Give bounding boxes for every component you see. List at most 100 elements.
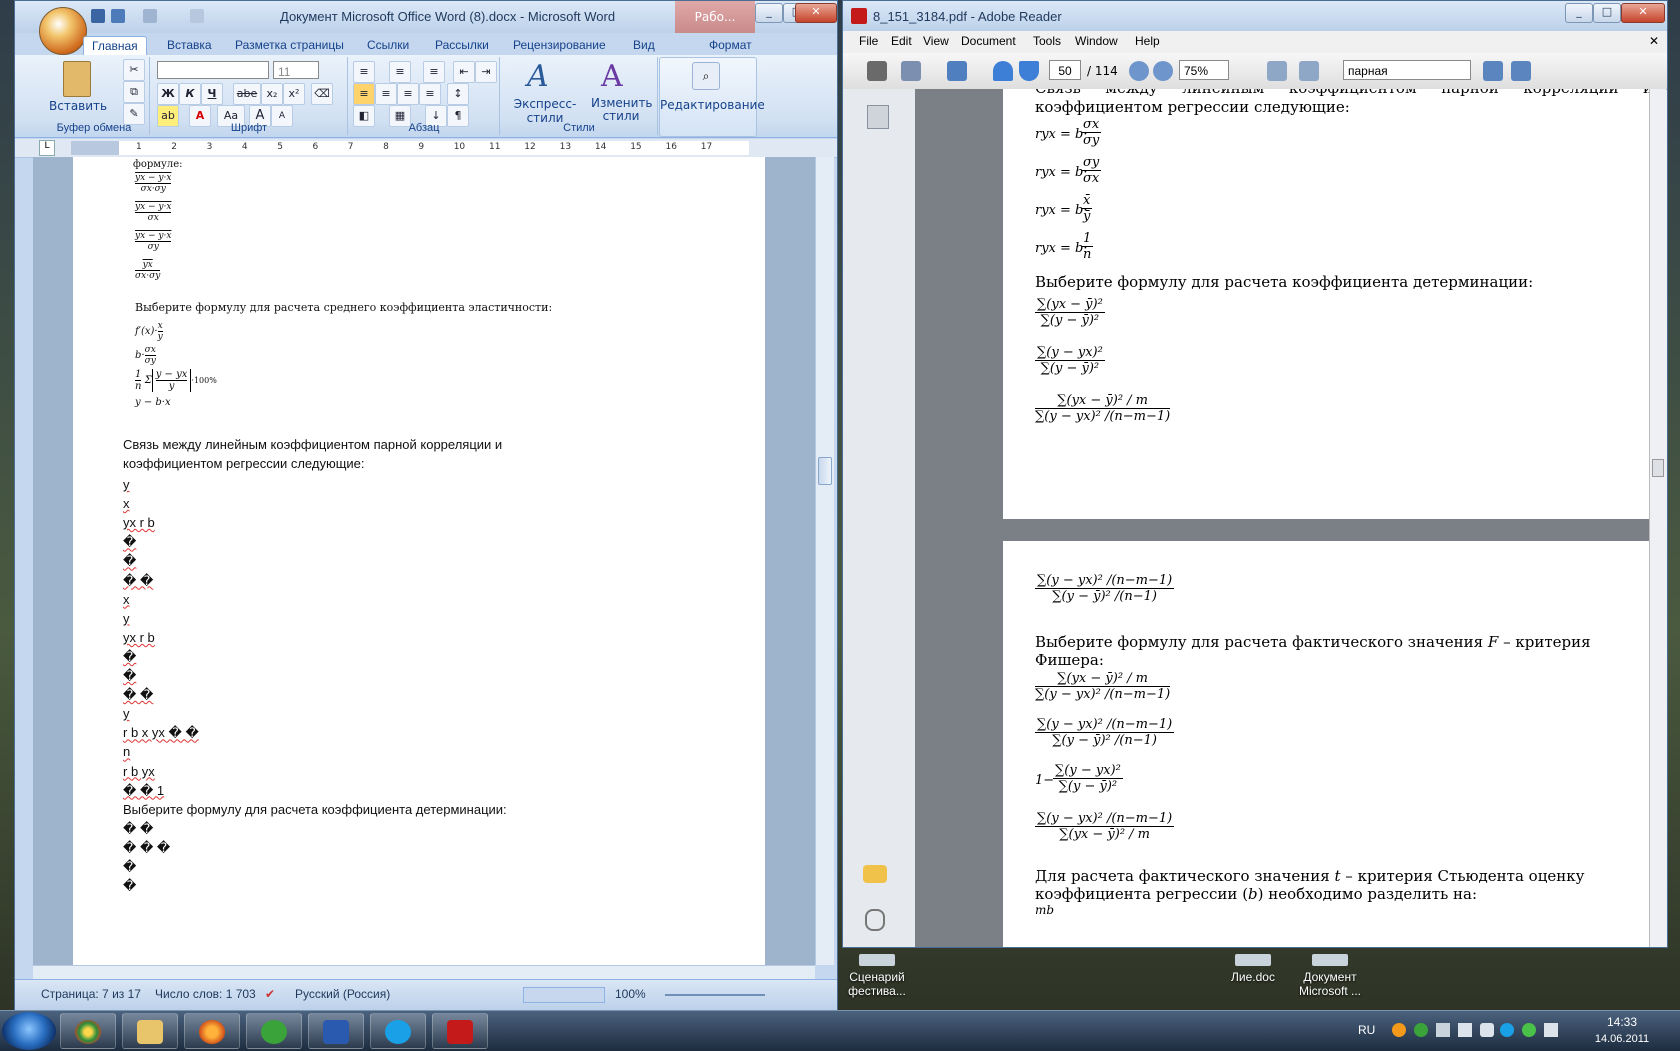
taskbar-chrome[interactable]	[60, 1013, 116, 1049]
collaborate-icon[interactable]	[947, 61, 967, 81]
zoom-level[interactable]: 100%	[615, 987, 646, 1001]
menu-view[interactable]: View	[923, 34, 949, 48]
clock-time[interactable]: 14:33	[1592, 1015, 1652, 1029]
italic-button[interactable]: К	[179, 83, 201, 105]
close-button[interactable]: ✕	[795, 3, 837, 23]
status-page[interactable]: Страница: 7 из 17	[41, 987, 141, 1001]
align-right-icon[interactable]: ≡	[397, 83, 419, 105]
find-next-icon[interactable]	[1511, 61, 1531, 81]
clear-formatting-icon[interactable]: ⌫	[311, 83, 333, 105]
page-number-input[interactable]: 50	[1049, 60, 1081, 80]
undo-icon[interactable]	[111, 9, 125, 23]
tray-display-icon[interactable]	[1544, 1023, 1558, 1037]
taskbar-explorer[interactable]	[122, 1013, 178, 1049]
tray-utorrent-icon[interactable]	[1414, 1023, 1428, 1037]
previous-page-icon[interactable]	[993, 61, 1013, 81]
context-tab-picture-tools[interactable]: Рабо...	[675, 1, 755, 33]
save-icon[interactable]	[91, 9, 105, 23]
superscript-button[interactable]: x²	[283, 83, 305, 105]
close-button[interactable]: ✕	[1621, 3, 1665, 23]
tray-skype-icon[interactable]	[1500, 1023, 1514, 1037]
redo-icon[interactable]	[143, 9, 157, 23]
menu-file[interactable]: File	[859, 34, 878, 48]
tab-insert[interactable]: Вставка	[167, 36, 212, 55]
comments-icon[interactable]	[863, 865, 887, 883]
font-size-field[interactable]: 11	[273, 61, 319, 79]
fit-page-icon[interactable]	[1299, 61, 1319, 81]
zoom-out-icon[interactable]	[1129, 61, 1149, 81]
tray-volume-icon[interactable]	[1480, 1023, 1494, 1037]
increase-indent-icon[interactable]: ⇥	[475, 61, 497, 83]
proofing-icon[interactable]: ✔	[265, 987, 279, 1001]
bold-button[interactable]: Ж	[157, 83, 179, 105]
horizontal-ruler[interactable]: L 1 2 3 4 5 6 7 8 9 10 11 12 13 14 15 16 17	[15, 139, 837, 158]
tab-format[interactable]: Формат	[709, 36, 752, 55]
desktop-icon-doc[interactable]: Документ Microsoft ...	[1285, 954, 1375, 998]
clock-date[interactable]: 14.06.2011	[1584, 1033, 1660, 1045]
view-buttons[interactable]	[523, 987, 605, 1003]
menu-help[interactable]: Help	[1135, 34, 1160, 48]
paste-icon[interactable]	[63, 61, 91, 97]
scroll-thumb[interactable]	[1652, 459, 1664, 477]
reader-titlebar[interactable]: 8_151_3184.pdf - Adobe Reader _ □ ✕	[843, 1, 1667, 31]
attachments-icon[interactable]	[865, 909, 885, 931]
status-language[interactable]: Русский (Россия)	[295, 987, 390, 1001]
align-left-icon[interactable]: ≡	[353, 83, 375, 105]
word-titlebar[interactable]: Документ Microsoft Office Word (8).docx …	[15, 1, 837, 33]
minimize-button[interactable]: _	[755, 3, 783, 23]
tab-mailings[interactable]: Рассылки	[435, 36, 489, 55]
menu-document[interactable]: Document	[961, 34, 1016, 48]
pdf-viewport[interactable]: Связь между линейным коэффициентом парно…	[915, 89, 1665, 947]
line-spacing-icon[interactable]: ↕	[447, 83, 469, 105]
taskbar-acrobat[interactable]	[432, 1013, 488, 1049]
menu-window[interactable]: Window	[1075, 34, 1118, 48]
taskbar-firefox[interactable]	[184, 1013, 240, 1049]
editing-button[interactable]: Редактирование	[660, 98, 765, 112]
vertical-scrollbar[interactable]	[1649, 89, 1666, 947]
close-document-icon[interactable]: ✕	[1649, 34, 1659, 48]
minimize-button[interactable]: _	[1565, 3, 1593, 23]
strikethrough-button[interactable]: abe	[233, 83, 261, 105]
horizontal-scrollbar[interactable]	[33, 965, 815, 980]
quick-styles-icon[interactable]: A	[527, 59, 557, 94]
change-styles-button[interactable]: Изменить стили	[591, 97, 653, 123]
underline-button[interactable]: Ч	[201, 83, 223, 105]
next-page-icon[interactable]	[1019, 61, 1039, 81]
change-styles-icon[interactable]: A	[601, 59, 631, 94]
copy-icon[interactable]: ⧉	[123, 81, 145, 103]
start-button[interactable]	[2, 1012, 56, 1050]
binoculars-icon[interactable]: ⌕	[692, 62, 720, 90]
subscript-button[interactable]: x₂	[261, 83, 283, 105]
find-previous-icon[interactable]	[1483, 61, 1503, 81]
language-indicator[interactable]: RU	[1358, 1023, 1375, 1037]
bullets-icon[interactable]: ≡	[353, 61, 375, 83]
status-words[interactable]: Число слов: 1 703	[155, 987, 256, 1001]
tray-security-icon[interactable]	[1522, 1023, 1536, 1037]
multilevel-list-icon[interactable]: ≡	[423, 61, 445, 83]
menu-edit[interactable]: Edit	[891, 34, 912, 48]
tab-view[interactable]: Вид	[633, 36, 655, 55]
quick-styles-button[interactable]: Экспресс-стили	[503, 97, 587, 125]
cut-icon[interactable]: ✂	[123, 59, 145, 81]
justify-icon[interactable]: ≡	[419, 83, 441, 105]
print-icon[interactable]	[867, 61, 887, 81]
tray-flag-icon[interactable]	[1458, 1023, 1472, 1037]
zoom-select[interactable]: 75%	[1179, 60, 1229, 80]
tab-review[interactable]: Рецензирование	[513, 36, 606, 55]
fit-width-icon[interactable]	[1267, 61, 1287, 81]
scroll-thumb[interactable]	[818, 457, 832, 485]
tab-stop-icon[interactable]: L	[39, 140, 55, 156]
desktop-icon-scenario[interactable]: Сценарий фестива...	[832, 954, 922, 998]
paste-button[interactable]: Вставить	[49, 99, 107, 113]
numbering-icon[interactable]: ≡	[389, 61, 411, 83]
document-page[interactable]: формуле: yx − y·x σx·σy yx − y·x σx yx − y·x…	[73, 157, 765, 965]
menu-tools[interactable]: Tools	[1033, 34, 1061, 48]
align-center-icon[interactable]: ≡	[375, 83, 397, 105]
tray-network-icon[interactable]	[1436, 1023, 1450, 1037]
tray-firefox-icon[interactable]	[1392, 1023, 1406, 1037]
search-input[interactable]: парная	[1343, 60, 1471, 80]
taskbar-skype[interactable]	[370, 1013, 426, 1049]
qat-customize-icon[interactable]	[190, 9, 204, 23]
decrease-indent-icon[interactable]: ⇤	[453, 61, 475, 83]
vertical-scrollbar[interactable]	[815, 157, 834, 965]
